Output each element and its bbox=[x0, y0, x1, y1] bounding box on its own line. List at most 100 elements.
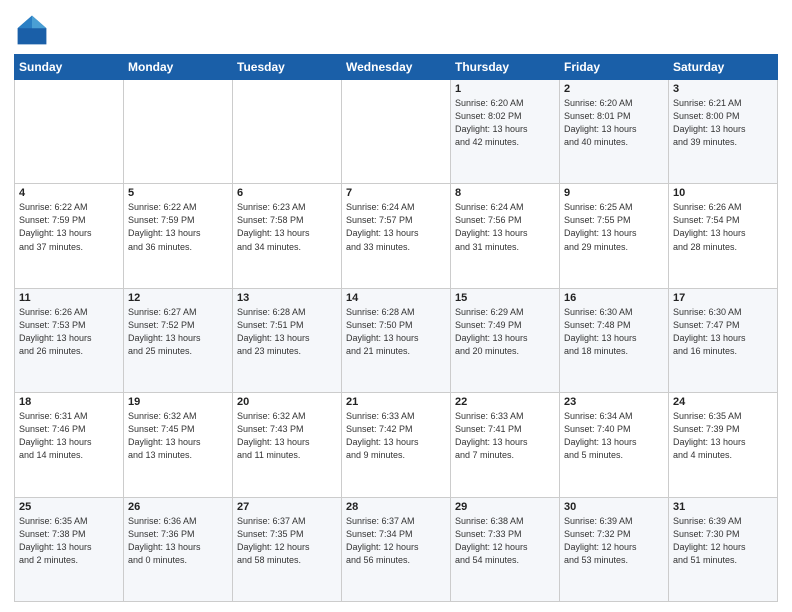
calendar-cell: 10Sunrise: 6:26 AM Sunset: 7:54 PM Dayli… bbox=[669, 184, 778, 288]
day-number: 12 bbox=[128, 292, 228, 304]
day-info: Sunrise: 6:32 AM Sunset: 7:43 PM Dayligh… bbox=[237, 410, 337, 462]
calendar-cell bbox=[233, 80, 342, 184]
day-info: Sunrise: 6:24 AM Sunset: 7:56 PM Dayligh… bbox=[455, 201, 555, 253]
calendar-cell: 17 Sunrise: 6:30 AM Sunset: 7:47 PM Dayli… bbox=[669, 288, 778, 392]
calendar-cell: 28Sunrise: 6:37 AM Sunset: 7:34 PM Dayli… bbox=[342, 497, 451, 601]
calendar-cell bbox=[342, 80, 451, 184]
calendar-cell: 22 Sunrise: 6:33 AM Sunset: 7:41 PM Dayli… bbox=[451, 393, 560, 497]
weekday-header: Wednesday bbox=[342, 55, 451, 80]
day-info: Sunrise: 6:33 AM Sunset: 7:42 PM Dayligh… bbox=[346, 410, 446, 462]
day-number: 21 bbox=[346, 396, 446, 408]
day-info: Sunrise: 6:21 AM Sunset: 8:00 PM Dayligh… bbox=[673, 97, 773, 149]
day-info: Sunrise: 6:28 AM Sunset: 7:50 PM Dayligh… bbox=[346, 306, 446, 358]
day-number: 8 bbox=[455, 187, 555, 199]
calendar-cell: 18Sunrise: 6:31 AM Sunset: 7:46 PM Dayli… bbox=[15, 393, 124, 497]
day-number: 10 bbox=[673, 187, 773, 199]
day-number: 3 bbox=[673, 83, 773, 95]
calendar-cell: 20Sunrise: 6:32 AM Sunset: 7:43 PM Dayli… bbox=[233, 393, 342, 497]
calendar-cell: 3 Sunrise: 6:21 AM Sunset: 8:00 PM Daylig… bbox=[669, 80, 778, 184]
day-info: Sunrise: 6:32 AM Sunset: 7:45 PM Dayligh… bbox=[128, 410, 228, 462]
calendar-cell: 27 Sunrise: 6:37 AM Sunset: 7:35 PM Dayli… bbox=[233, 497, 342, 601]
day-number: 24 bbox=[673, 396, 773, 408]
calendar-cell: 13 Sunrise: 6:28 AM Sunset: 7:51 PM Dayli… bbox=[233, 288, 342, 392]
calendar-cell: 31 Sunrise: 6:39 AM Sunset: 7:30 PM Dayli… bbox=[669, 497, 778, 601]
day-number: 1 bbox=[455, 83, 555, 95]
calendar-cell: 30 Sunrise: 6:39 AM Sunset: 7:32 PM Dayli… bbox=[560, 497, 669, 601]
weekday-header: Tuesday bbox=[233, 55, 342, 80]
weekday-header: Thursday bbox=[451, 55, 560, 80]
calendar-cell: 26 Sunrise: 6:36 AM Sunset: 7:36 PM Dayli… bbox=[124, 497, 233, 601]
day-info: Sunrise: 6:22 AM Sunset: 7:59 PM Dayligh… bbox=[128, 201, 228, 253]
day-number: 23 bbox=[564, 396, 664, 408]
day-info: Sunrise: 6:23 AM Sunset: 7:58 PM Dayligh… bbox=[237, 201, 337, 253]
day-number: 16 bbox=[564, 292, 664, 304]
calendar-cell: 6Sunrise: 6:23 AM Sunset: 7:58 PM Daylig… bbox=[233, 184, 342, 288]
calendar-cell: 25 Sunrise: 6:35 AM Sunset: 7:38 PM Dayli… bbox=[15, 497, 124, 601]
day-number: 31 bbox=[673, 501, 773, 513]
day-number: 13 bbox=[237, 292, 337, 304]
day-number: 25 bbox=[19, 501, 119, 513]
day-info: Sunrise: 6:29 AM Sunset: 7:49 PM Dayligh… bbox=[455, 306, 555, 358]
calendar-week: 18Sunrise: 6:31 AM Sunset: 7:46 PM Dayli… bbox=[15, 393, 778, 497]
calendar-cell: 24 Sunrise: 6:35 AM Sunset: 7:39 PM Dayli… bbox=[669, 393, 778, 497]
day-info: Sunrise: 6:35 AM Sunset: 7:38 PM Dayligh… bbox=[19, 515, 119, 567]
calendar-week: 1 Sunrise: 6:20 AM Sunset: 8:02 PM Daylig… bbox=[15, 80, 778, 184]
day-info: Sunrise: 6:37 AM Sunset: 7:35 PM Dayligh… bbox=[237, 515, 337, 567]
calendar-header: SundayMondayTuesdayWednesdayThursdayFrid… bbox=[15, 55, 778, 80]
day-number: 30 bbox=[564, 501, 664, 513]
day-info: Sunrise: 6:36 AM Sunset: 7:36 PM Dayligh… bbox=[128, 515, 228, 567]
day-info: Sunrise: 6:25 AM Sunset: 7:55 PM Dayligh… bbox=[564, 201, 664, 253]
calendar-cell: 19 Sunrise: 6:32 AM Sunset: 7:45 PM Dayli… bbox=[124, 393, 233, 497]
day-info: Sunrise: 6:27 AM Sunset: 7:52 PM Dayligh… bbox=[128, 306, 228, 358]
day-number: 14 bbox=[346, 292, 446, 304]
logo bbox=[14, 12, 54, 48]
calendar-cell: 14 Sunrise: 6:28 AM Sunset: 7:50 PM Dayli… bbox=[342, 288, 451, 392]
day-number: 17 bbox=[673, 292, 773, 304]
day-info: Sunrise: 6:24 AM Sunset: 7:57 PM Dayligh… bbox=[346, 201, 446, 253]
calendar-cell bbox=[15, 80, 124, 184]
day-info: Sunrise: 6:28 AM Sunset: 7:51 PM Dayligh… bbox=[237, 306, 337, 358]
weekday-header: Saturday bbox=[669, 55, 778, 80]
day-number: 9 bbox=[564, 187, 664, 199]
calendar-cell: 4Sunrise: 6:22 AM Sunset: 7:59 PM Daylig… bbox=[15, 184, 124, 288]
day-info: Sunrise: 6:20 AM Sunset: 8:01 PM Dayligh… bbox=[564, 97, 664, 149]
calendar-cell: 8 Sunrise: 6:24 AM Sunset: 7:56 PM Daylig… bbox=[451, 184, 560, 288]
day-info: Sunrise: 6:39 AM Sunset: 7:32 PM Dayligh… bbox=[564, 515, 664, 567]
calendar-cell: 15 Sunrise: 6:29 AM Sunset: 7:49 PM Dayli… bbox=[451, 288, 560, 392]
day-info: Sunrise: 6:35 AM Sunset: 7:39 PM Dayligh… bbox=[673, 410, 773, 462]
weekday-row: SundayMondayTuesdayWednesdayThursdayFrid… bbox=[15, 55, 778, 80]
calendar-week: 4Sunrise: 6:22 AM Sunset: 7:59 PM Daylig… bbox=[15, 184, 778, 288]
logo-icon bbox=[14, 12, 50, 48]
day-info: Sunrise: 6:22 AM Sunset: 7:59 PM Dayligh… bbox=[19, 201, 119, 253]
header bbox=[14, 12, 778, 48]
calendar: SundayMondayTuesdayWednesdayThursdayFrid… bbox=[14, 54, 778, 602]
day-number: 27 bbox=[237, 501, 337, 513]
day-number: 28 bbox=[346, 501, 446, 513]
calendar-cell: 2 Sunrise: 6:20 AM Sunset: 8:01 PM Daylig… bbox=[560, 80, 669, 184]
day-number: 22 bbox=[455, 396, 555, 408]
day-info: Sunrise: 6:20 AM Sunset: 8:02 PM Dayligh… bbox=[455, 97, 555, 149]
day-number: 19 bbox=[128, 396, 228, 408]
calendar-cell: 11Sunrise: 6:26 AM Sunset: 7:53 PM Dayli… bbox=[15, 288, 124, 392]
day-number: 2 bbox=[564, 83, 664, 95]
day-number: 26 bbox=[128, 501, 228, 513]
day-number: 15 bbox=[455, 292, 555, 304]
day-number: 7 bbox=[346, 187, 446, 199]
weekday-header: Sunday bbox=[15, 55, 124, 80]
weekday-header: Monday bbox=[124, 55, 233, 80]
page: SundayMondayTuesdayWednesdayThursdayFrid… bbox=[0, 0, 792, 612]
calendar-week: 25 Sunrise: 6:35 AM Sunset: 7:38 PM Dayli… bbox=[15, 497, 778, 601]
day-info: Sunrise: 6:30 AM Sunset: 7:47 PM Dayligh… bbox=[673, 306, 773, 358]
calendar-week: 11Sunrise: 6:26 AM Sunset: 7:53 PM Dayli… bbox=[15, 288, 778, 392]
weekday-header: Friday bbox=[560, 55, 669, 80]
day-info: Sunrise: 6:33 AM Sunset: 7:41 PM Dayligh… bbox=[455, 410, 555, 462]
day-number: 29 bbox=[455, 501, 555, 513]
calendar-body: 1 Sunrise: 6:20 AM Sunset: 8:02 PM Daylig… bbox=[15, 80, 778, 602]
day-info: Sunrise: 6:26 AM Sunset: 7:53 PM Dayligh… bbox=[19, 306, 119, 358]
calendar-cell bbox=[124, 80, 233, 184]
calendar-cell: 7 Sunrise: 6:24 AM Sunset: 7:57 PM Daylig… bbox=[342, 184, 451, 288]
day-info: Sunrise: 6:31 AM Sunset: 7:46 PM Dayligh… bbox=[19, 410, 119, 462]
day-number: 5 bbox=[128, 187, 228, 199]
day-info: Sunrise: 6:39 AM Sunset: 7:30 PM Dayligh… bbox=[673, 515, 773, 567]
day-info: Sunrise: 6:30 AM Sunset: 7:48 PM Dayligh… bbox=[564, 306, 664, 358]
